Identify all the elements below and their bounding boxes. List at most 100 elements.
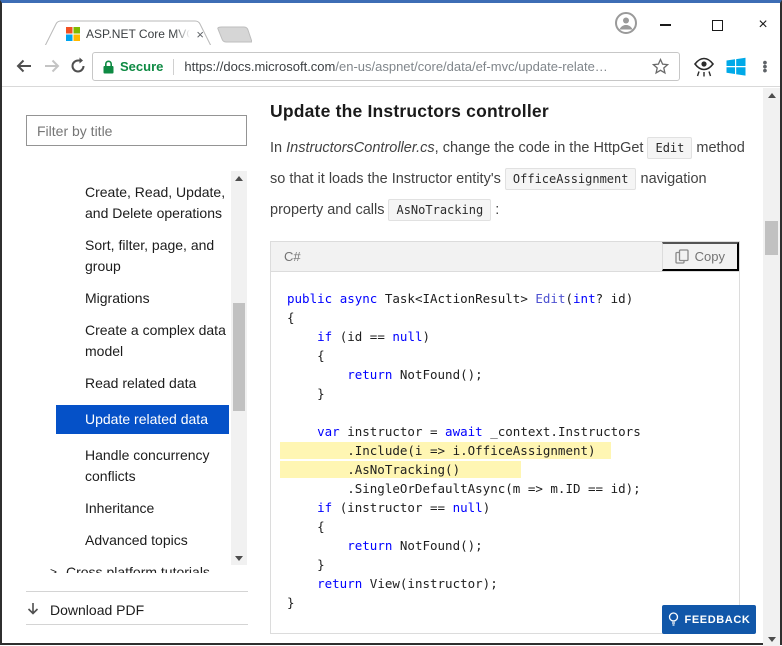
page-scroll-thumb[interactable]: [765, 221, 778, 255]
code-line: return View(instructor);: [287, 574, 739, 593]
lock-icon: [103, 60, 114, 74]
code-body: public async Task<IActionResult> Edit(in…: [271, 272, 739, 612]
back-button[interactable]: [12, 54, 36, 78]
sidebar-item[interactable]: Sort, filter, page, and group: [2, 235, 231, 277]
sidebar-item[interactable]: Create a complex data model: [2, 320, 231, 362]
maximize-icon: [712, 20, 723, 31]
code-line: if (instructor == null): [287, 498, 739, 517]
inline-code: Edit: [647, 137, 692, 159]
browser-tab[interactable]: ASP.NET Core MVC with ×: [44, 20, 212, 46]
window-minimize-button[interactable]: [650, 15, 680, 35]
code-line: .AsNoTracking(): [287, 460, 739, 479]
feedback-button[interactable]: FEEDBACK: [662, 605, 756, 634]
url-host: https://docs.microsoft.com: [184, 59, 335, 74]
tab-bar: ASP.NET Core MVC with × ×: [2, 3, 780, 45]
code-line: }: [287, 555, 739, 574]
code-block-header: C# Copy: [271, 242, 739, 272]
download-icon: [26, 602, 40, 618]
scroll-up-icon[interactable]: [231, 171, 247, 185]
sidebar-item[interactable]: > Cross platform tutorials: [2, 562, 231, 573]
code-line: var instructor = await _context.Instruct…: [287, 422, 739, 441]
code-line: [287, 403, 739, 422]
secure-label: Secure: [120, 59, 163, 74]
address-bar[interactable]: Secure https://docs.microsoft.com/en-us/…: [92, 52, 680, 81]
sidebar-item-label: Read related data: [85, 375, 196, 391]
sidebar-item-label: Inheritance: [85, 500, 154, 516]
highlighted-code-line: .Include(i => i.OfficeAssignment): [280, 442, 611, 459]
lightbulb-icon: [668, 612, 679, 627]
divider: [26, 624, 248, 625]
feedback-label: FEEDBACK: [685, 614, 751, 626]
paragraph-text: In: [270, 140, 286, 156]
forward-button[interactable]: [40, 54, 64, 78]
minimize-icon: [660, 24, 671, 26]
code-line: }: [287, 384, 739, 403]
code-line: {: [287, 517, 739, 536]
reload-button[interactable]: [66, 54, 90, 78]
code-line: return NotFound();: [287, 365, 739, 384]
sidebar-item-label: Advanced topics: [85, 532, 188, 548]
page-title: Update the Instructors controller: [270, 101, 549, 122]
eye-extension-icon[interactable]: [692, 55, 716, 79]
sidebar-item-label: Cross platform tutorials: [66, 564, 210, 573]
copy-button[interactable]: Copy: [662, 242, 739, 271]
code-block: C# Copy public async Task<IActionResult>…: [270, 241, 740, 634]
bookmark-star-icon[interactable]: [652, 58, 669, 75]
code-line: public async Task<IActionResult> Edit(in…: [287, 289, 739, 308]
copy-label: Copy: [695, 249, 725, 264]
tab-close-icon[interactable]: ×: [196, 28, 204, 41]
code-language-label: C#: [271, 249, 662, 264]
url-path: /en-us/aspnet/core/data/ef-mvc/update-re…: [335, 59, 607, 74]
browser-menu-icon[interactable]: •••: [756, 54, 774, 78]
sidebar-item-label: Handle concurrency conflicts: [85, 447, 210, 484]
sidebar-nav: Create, Read, Update, and Delete operati…: [2, 182, 231, 573]
sidebar-item[interactable]: Read related data: [2, 373, 231, 394]
sidebar-item[interactable]: Create, Read, Update, and Delete operati…: [2, 182, 231, 224]
download-pdf-button[interactable]: Download PDF: [26, 599, 248, 621]
intro-paragraph: In InstructorsController.cs, change the …: [270, 133, 748, 226]
inline-code: OfficeAssignment: [505, 168, 637, 190]
scroll-down-icon[interactable]: [231, 551, 247, 565]
filter-input[interactable]: [26, 115, 247, 146]
divider: [26, 591, 248, 592]
sidebar-scroll-thumb[interactable]: [233, 303, 245, 411]
chevron-right-icon: >: [50, 562, 57, 573]
browser-toolbar: Secure https://docs.microsoft.com/en-us/…: [2, 45, 780, 87]
sidebar-item-label: Create, Read, Update, and Delete operati…: [85, 184, 225, 221]
code-line: .Include(i => i.OfficeAssignment): [287, 441, 739, 460]
sidebar-item[interactable]: Handle concurrency conflicts: [2, 445, 231, 487]
omnibox-divider: [173, 59, 174, 75]
sidebar-item-label: Create a complex data model: [85, 322, 226, 359]
close-icon: ×: [758, 17, 767, 33]
scroll-up-icon[interactable]: [763, 88, 780, 102]
sidebar-item[interactable]: Advanced topics: [2, 530, 231, 551]
inline-code: AsNoTracking: [388, 199, 491, 221]
sidebar-item[interactable]: Update related data: [56, 405, 229, 434]
code-line: return NotFound();: [287, 536, 739, 555]
code-line: .SingleOrDefaultAsync(m => m.ID == id);: [287, 479, 739, 498]
filename-emphasis: InstructorsController.cs: [286, 140, 435, 156]
window-maximize-button[interactable]: [702, 15, 732, 35]
sidebar-item[interactable]: Inheritance: [2, 498, 231, 519]
copy-icon: [675, 249, 689, 264]
code-line: {: [287, 346, 739, 365]
profile-icon[interactable]: [614, 11, 638, 35]
code-line: {: [287, 308, 739, 327]
highlighted-code-line: .AsNoTracking(): [280, 461, 521, 478]
page-scrollbar[interactable]: [763, 88, 780, 646]
microsoft-favicon: [66, 27, 80, 41]
tab-title: ASP.NET Core MVC with: [86, 27, 190, 41]
sidebar-item[interactable]: Migrations: [2, 288, 231, 309]
secure-badge[interactable]: Secure: [103, 59, 163, 74]
sidebar-scrollbar[interactable]: [231, 171, 247, 565]
windows-extension-icon[interactable]: [724, 55, 748, 79]
new-tab-button[interactable]: [212, 25, 252, 43]
sidebar-item-label: Migrations: [85, 290, 150, 306]
code-line: if (id == null): [287, 327, 739, 346]
scroll-down-icon[interactable]: [763, 632, 780, 646]
sidebar-item-label: Update related data: [85, 411, 208, 427]
download-pdf-label: Download PDF: [50, 602, 144, 618]
url-text: https://docs.microsoft.com/en-us/aspnet/…: [184, 59, 646, 74]
paragraph-text: , change the code in the HttpGet: [435, 140, 648, 156]
window-close-button[interactable]: ×: [748, 15, 778, 35]
